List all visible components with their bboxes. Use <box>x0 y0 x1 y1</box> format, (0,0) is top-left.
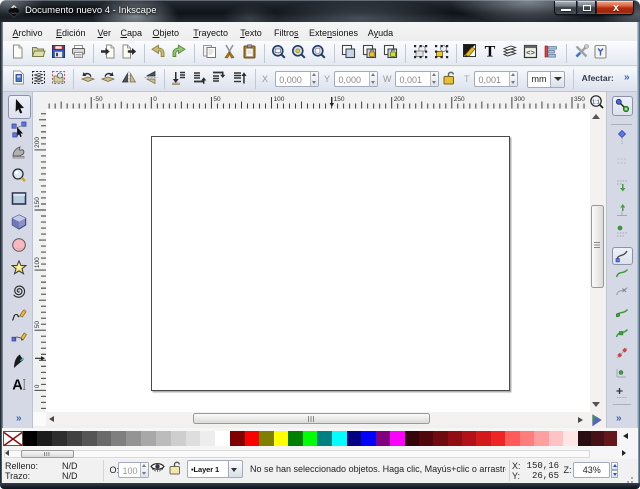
svg-text:100: 100 <box>274 96 285 103</box>
svg-text:250: 250 <box>454 96 465 103</box>
svg-text:0: 0 <box>34 384 41 388</box>
svg-text:0: 0 <box>153 96 157 103</box>
svg-text:1:1: 1:1 <box>592 99 600 105</box>
svg-text:A: A <box>13 377 24 393</box>
svg-text:50: 50 <box>213 96 221 103</box>
svg-text:T: T <box>484 44 495 60</box>
svg-text:150: 150 <box>334 96 345 103</box>
svg-text:300: 300 <box>514 96 525 103</box>
svg-text:<>: <> <box>526 48 535 57</box>
svg-text:350: 350 <box>574 96 585 103</box>
svg-text:200: 200 <box>34 136 41 147</box>
svg-text:-50: -50 <box>93 96 103 103</box>
svg-text:200: 200 <box>394 96 405 103</box>
svg-text:50: 50 <box>34 320 41 328</box>
svg-text:100: 100 <box>34 256 41 267</box>
svg-text:150: 150 <box>34 196 41 207</box>
